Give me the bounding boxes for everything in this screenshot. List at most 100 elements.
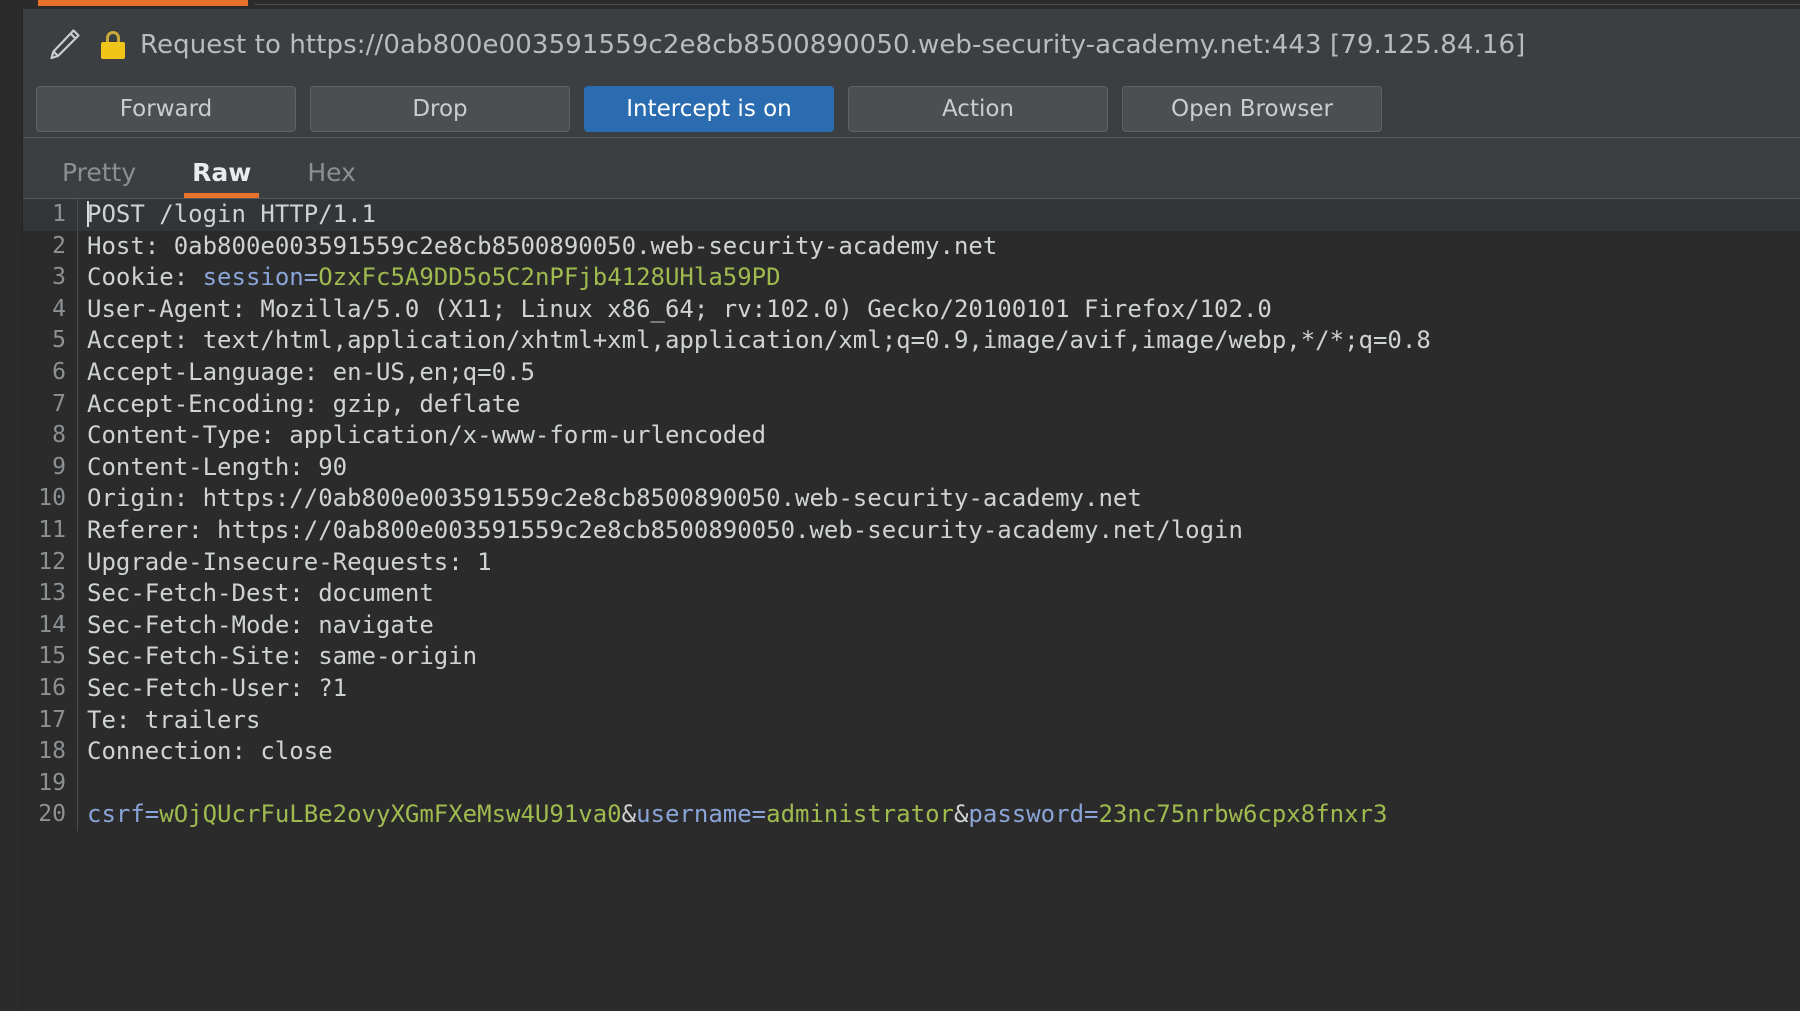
code-line[interactable]: 7 Accept-Encoding: gzip, deflate — [22, 388, 1800, 421]
raw-request-editor[interactable]: 1 POST /login HTTP/1.1 2 Host: 0ab800e00359… — [22, 199, 1800, 1011]
code-line[interactable]: 9 Content-Length: 90 — [22, 451, 1800, 484]
code-span: Cookie: — [87, 263, 203, 292]
line-number: 14 — [22, 609, 78, 642]
line-content: Content-Type: application/x-www-form-url… — [78, 420, 766, 452]
line-number: 18 — [22, 736, 78, 768]
code-span: User-Agent: Mozilla/5.0 (X11; Linux x86_… — [87, 294, 1272, 323]
code-span: Accept-Language: en-US,en;q=0.5 — [87, 357, 535, 386]
code-span: Origin: https://0ab800e003591559c2e8cb85… — [87, 484, 1142, 513]
code-line[interactable]: 20 csrf=wOjQUcrFuLBe2ovyXGmFXeMsw4U91va0&… — [22, 799, 1800, 831]
code-line[interactable]: 2 Host: 0ab800e003591559c2e8cb8500890050.… — [22, 230, 1800, 263]
code-span: password — [968, 800, 1085, 829]
code-span: Connection: close — [87, 737, 333, 766]
code-line[interactable]: 18 Connection: close — [22, 736, 1800, 768]
code-line[interactable]: 6 Accept-Language: en-US,en;q=0.5 — [22, 356, 1800, 389]
line-content: Accept: text/html,application/xhtml+xml,… — [78, 325, 1431, 357]
code-line[interactable]: 16 Sec-Fetch-User: ?1 — [22, 672, 1800, 705]
code-line[interactable]: 12 Upgrade-Insecure-Requests: 1 — [22, 546, 1800, 579]
code-span: session — [202, 263, 304, 292]
tab-pretty[interactable]: Pretty — [56, 158, 142, 198]
lock-icon — [100, 30, 126, 60]
code-span: Sec-Fetch-User: ?1 — [87, 673, 348, 702]
code-span: Content-Length: 90 — [87, 452, 348, 481]
code-line[interactable]: 4 User-Agent: Mozilla/5.0 (X11; Linux x86… — [22, 293, 1800, 326]
drop-button[interactable]: Drop — [310, 86, 570, 132]
line-content: Accept-Language: en-US,en;q=0.5 — [78, 357, 535, 389]
line-number: 7 — [22, 388, 78, 421]
message-view-tabs: Pretty Raw Hex — [22, 138, 1800, 198]
line-content: Accept-Encoding: gzip, deflate — [78, 389, 520, 421]
code-span: Sec-Fetch-Site: same-origin — [87, 642, 478, 671]
code-span: wOjQUcrFuLBe2ovyXGmFXeMsw4U91va0 — [159, 800, 622, 829]
open-browser-button[interactable]: Open Browser — [1122, 86, 1382, 132]
line-number: 3 — [22, 262, 78, 294]
code-span: Accept-Encoding: gzip, deflate — [87, 389, 521, 418]
line-content: Sec-Fetch-Dest: document — [78, 578, 434, 610]
tab-strip-divider — [255, 4, 1800, 5]
code-span: Sec-Fetch-Mode: navigate — [87, 610, 434, 639]
line-number: 12 — [22, 546, 78, 579]
code-span: Sec-Fetch-Dest: document — [87, 579, 434, 608]
action-button[interactable]: Action — [848, 86, 1108, 132]
code-span: = — [303, 263, 319, 292]
request-title: Request to https://0ab800e003591559c2e8c… — [140, 30, 1526, 60]
line-content: Sec-Fetch-Mode: navigate — [78, 610, 434, 642]
active-tab-indicator — [38, 0, 248, 6]
line-content: Sec-Fetch-Site: same-origin — [78, 641, 477, 673]
code-span: & — [953, 800, 969, 829]
code-span: administrator — [766, 800, 954, 829]
code-line[interactable]: 10 Origin: https://0ab800e003591559c2e8cb… — [22, 483, 1800, 515]
line-content: Origin: https://0ab800e003591559c2e8cb85… — [78, 483, 1142, 515]
line-number: 13 — [22, 578, 78, 610]
window-left-rail — [0, 0, 23, 1011]
code-span: Referer: https://0ab800e003591559c2e8cb8… — [87, 515, 1243, 544]
code-span: Content-Type: application/x-www-form-url… — [87, 421, 767, 450]
line-number: 19 — [22, 767, 78, 800]
code-span: OzxFc5A9DD5o5C2nPFjb4128UHla59PD — [318, 263, 781, 292]
code-span: Upgrade-Insecure-Requests: 1 — [87, 547, 492, 576]
code-line[interactable]: 13 Sec-Fetch-Dest: document — [22, 578, 1800, 610]
code-line[interactable]: 19 — [22, 767, 1800, 800]
line-number: 9 — [22, 451, 78, 484]
code-line[interactable]: 15 Sec-Fetch-Site: same-origin — [22, 641, 1800, 673]
tab-raw[interactable]: Raw — [184, 158, 260, 198]
tab-hex[interactable]: Hex — [301, 158, 362, 198]
burp-proxy-intercept-window: Request to https://0ab800e003591559c2e8c… — [0, 0, 1800, 1011]
line-number: 6 — [22, 356, 78, 389]
code-span: = — [144, 800, 160, 829]
proxy-tab-strip — [0, 0, 1800, 9]
code-line[interactable]: 5 Accept: text/html,application/xhtml+xml… — [22, 325, 1800, 357]
code-line[interactable]: 3 Cookie: session=OzxFc5A9DD5o5C2nPFjb412… — [22, 262, 1800, 294]
code-span: 23nc75nrbw6cpx8fnxr3 — [1098, 800, 1388, 829]
code-line[interactable]: 1 POST /login HTTP/1.1 — [22, 199, 1800, 231]
line-content: Sec-Fetch-User: ?1 — [78, 673, 347, 705]
line-content: Connection: close — [78, 736, 333, 768]
intercept-toolbar: Forward Drop Intercept is on Action Open… — [22, 81, 1800, 137]
line-content: Upgrade-Insecure-Requests: 1 — [78, 547, 492, 579]
code-span: Host: 0ab800e003591559c2e8cb8500890050.w… — [87, 231, 998, 260]
code-span: & — [621, 800, 637, 829]
line-number: 16 — [22, 672, 78, 705]
line-content: Cookie: session=OzxFc5A9DD5o5C2nPFjb4128… — [78, 262, 781, 294]
code-line[interactable]: 8 Content-Type: application/x-www-form-ur… — [22, 420, 1800, 452]
code-line[interactable]: 11 Referer: https://0ab800e003591559c2e8c… — [22, 514, 1800, 547]
code-line[interactable]: 14 Sec-Fetch-Mode: navigate — [22, 609, 1800, 642]
line-content: Te: trailers — [78, 705, 260, 737]
request-titlebar: Request to https://0ab800e003591559c2e8c… — [22, 9, 1800, 81]
intercept-toggle-button[interactable]: Intercept is on — [584, 86, 834, 132]
forward-button[interactable]: Forward — [36, 86, 296, 132]
line-number: 15 — [22, 641, 78, 673]
code-span: Te: trailers — [87, 705, 261, 734]
pencil-icon — [50, 29, 80, 60]
line-number: 11 — [22, 514, 78, 547]
line-number: 20 — [22, 799, 78, 831]
line-number: 5 — [22, 325, 78, 357]
code-span: = — [1084, 800, 1099, 829]
line-number: 1 — [22, 199, 78, 231]
code-span: = — [751, 800, 767, 829]
code-span: POST /login HTTP/1.1 — [87, 200, 376, 228]
line-number: 4 — [22, 293, 78, 326]
line-number: 8 — [22, 420, 78, 452]
code-line[interactable]: 17 Te: trailers — [22, 704, 1800, 737]
line-number: 2 — [22, 230, 78, 263]
